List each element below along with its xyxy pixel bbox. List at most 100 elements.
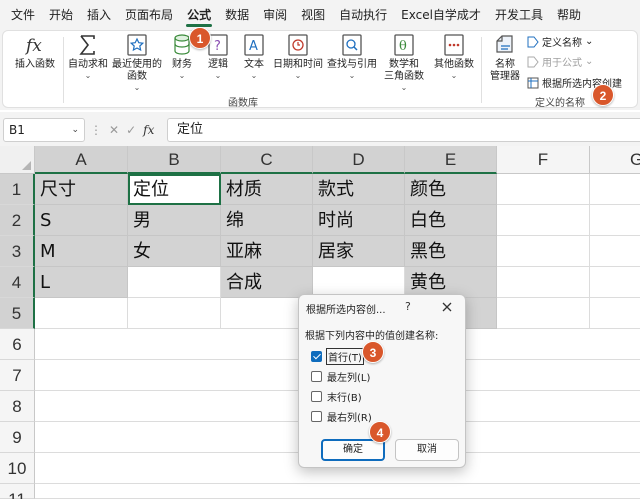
cell-a4[interactable]: L — [35, 267, 128, 298]
tab-excel-self-study[interactable]: Excel自学成才 — [394, 0, 488, 30]
more-functions-label: 其他函数 — [434, 59, 474, 70]
cell-c3[interactable]: 亚麻 — [221, 236, 313, 267]
chevron-down-icon: ⌄ — [178, 71, 186, 80]
clock-book-icon — [288, 34, 308, 56]
cell-f4[interactable] — [497, 267, 590, 298]
column-header-f[interactable]: F — [497, 146, 590, 174]
cell-e1[interactable]: 颜色 — [405, 174, 497, 205]
ribbon-panel: fx 插入函数 自动求和 ⌄ 最近使用的 函数 ⌄ 财务 ⌄ ? 逻辑 ⌄ A … — [2, 30, 638, 109]
cell-d1[interactable]: 款式 — [313, 174, 405, 205]
cell-g5[interactable] — [590, 298, 640, 329]
insert-function-button[interactable]: fx 插入函数 — [11, 33, 59, 71]
tab-formulas[interactable]: 公式 — [180, 0, 218, 30]
cell-a3[interactable]: M — [35, 236, 128, 267]
grid-create-icon — [527, 77, 539, 88]
right-column-checkbox[interactable]: 最右列(R) — [311, 409, 372, 424]
row-header-8[interactable]: 8 — [0, 391, 35, 422]
cell-b2[interactable]: 男 — [128, 205, 221, 236]
date-time-button[interactable]: 日期和时间 ⌄ — [271, 33, 325, 80]
more-options-icon[interactable]: ⋮ — [90, 123, 102, 137]
cell-g4[interactable] — [590, 267, 640, 298]
row-header-11[interactable]: 11 — [0, 484, 35, 499]
svg-text:θ: θ — [399, 39, 407, 54]
cell-f2[interactable] — [497, 205, 590, 236]
cell-b1[interactable]: 定位 — [128, 174, 221, 205]
cell-g1[interactable] — [590, 174, 640, 205]
cell-g2[interactable] — [590, 205, 640, 236]
logical-label: 逻辑 — [208, 59, 228, 70]
top-row-checkbox[interactable]: 首行(T) — [311, 348, 364, 365]
row-header-4[interactable]: 4 — [0, 267, 35, 298]
column-header-a[interactable]: A — [35, 146, 128, 174]
lookup-reference-button[interactable]: 查找与引用 ⌄ — [325, 33, 379, 80]
tab-help[interactable]: 帮助 — [550, 0, 588, 30]
confirm-icon[interactable]: ✓ — [126, 123, 136, 137]
svg-text:A: A — [249, 39, 258, 54]
use-in-formula-button[interactable]: 用于公式 ⌄ — [527, 54, 593, 69]
column-header-e[interactable]: E — [405, 146, 497, 174]
cancel-button[interactable]: 取消 — [395, 439, 459, 461]
cell-f5[interactable] — [497, 298, 590, 329]
tab-page-layout[interactable]: 页面布局 — [118, 0, 180, 30]
theta-book-icon: θ — [394, 34, 414, 56]
cell-a1[interactable]: 尺寸 — [35, 174, 128, 205]
chevron-down-icon[interactable]: ⌄ — [71, 119, 79, 141]
bottom-row-checkbox[interactable]: 末行(B) — [311, 389, 362, 404]
math-trig-button[interactable]: θ 数学和 三角函数 ⌄ — [379, 33, 429, 92]
tab-file[interactable]: 文件 — [4, 0, 42, 30]
row-header-1[interactable]: 1 — [0, 174, 35, 205]
column-header-b[interactable]: B — [128, 146, 221, 174]
cell-b5[interactable] — [128, 298, 221, 329]
more-functions-button[interactable]: 其他函数 ⌄ — [431, 33, 477, 80]
row-header-10[interactable]: 10 — [0, 453, 35, 484]
cell-d2[interactable]: 时尚 — [313, 205, 405, 236]
row-header-9[interactable]: 9 — [0, 422, 35, 453]
tab-review[interactable]: 审阅 — [256, 0, 294, 30]
recently-used-button[interactable]: 最近使用的 函数 ⌄ — [111, 33, 163, 92]
column-header-g[interactable]: G — [590, 146, 640, 174]
cell-c1[interactable]: 材质 — [221, 174, 313, 205]
name-box[interactable]: B1 ⌄ — [3, 118, 85, 142]
tab-insert[interactable]: 插入 — [80, 0, 118, 30]
chevron-down-icon: ⌄ — [294, 71, 302, 80]
cell-b4[interactable] — [128, 267, 221, 298]
cell-c2[interactable]: 绵 — [221, 205, 313, 236]
row-header-3[interactable]: 3 — [0, 236, 35, 267]
close-icon[interactable] — [439, 299, 455, 315]
autosum-button[interactable]: 自动求和 ⌄ — [65, 33, 111, 80]
cancel-icon[interactable]: ✕ — [109, 123, 119, 137]
column-header-c[interactable]: C — [221, 146, 313, 174]
define-name-label: 定义名称 — [542, 38, 582, 49]
formula-bar: B1 ⌄ ⋮ ✕ ✓ fx 定位 — [0, 112, 640, 146]
cell-c4[interactable]: 合成 — [221, 267, 313, 298]
left-column-checkbox[interactable]: 最左列(L) — [311, 369, 370, 384]
cell-e3[interactable]: 黑色 — [405, 236, 497, 267]
define-name-button[interactable]: 定义名称 ⌄ — [527, 34, 593, 49]
column-header-d[interactable]: D — [313, 146, 405, 174]
row-header-6[interactable]: 6 — [0, 329, 35, 360]
text-functions-button[interactable]: A 文本 ⌄ — [237, 33, 271, 80]
empty-row-11[interactable] — [35, 484, 640, 499]
tab-developer[interactable]: 开发工具 — [488, 0, 550, 30]
fx-icon[interactable]: fx — [143, 123, 154, 137]
cell-f3[interactable] — [497, 236, 590, 267]
cell-f1[interactable] — [497, 174, 590, 205]
cell-e2[interactable]: 白色 — [405, 205, 497, 236]
cell-a5[interactable] — [35, 298, 128, 329]
row-header-2[interactable]: 2 — [0, 205, 35, 236]
cell-d3[interactable]: 居家 — [313, 236, 405, 267]
tab-view[interactable]: 视图 — [294, 0, 332, 30]
cell-a2[interactable]: S — [35, 205, 128, 236]
cell-b3[interactable]: 女 — [128, 236, 221, 267]
cell-g3[interactable] — [590, 236, 640, 267]
row-header-5[interactable]: 5 — [0, 298, 35, 329]
name-manager-button[interactable]: 名称 管理器 — [485, 33, 525, 83]
formula-input[interactable]: 定位 — [167, 118, 640, 142]
callout-badge-2: 2 — [592, 84, 614, 106]
tab-home[interactable]: 开始 — [42, 0, 80, 30]
select-all-button[interactable] — [0, 146, 35, 174]
tab-automate[interactable]: 自动执行 — [332, 0, 394, 30]
tab-data[interactable]: 数据 — [218, 0, 256, 30]
help-button[interactable]: ? — [405, 300, 411, 313]
row-header-7[interactable]: 7 — [0, 360, 35, 391]
